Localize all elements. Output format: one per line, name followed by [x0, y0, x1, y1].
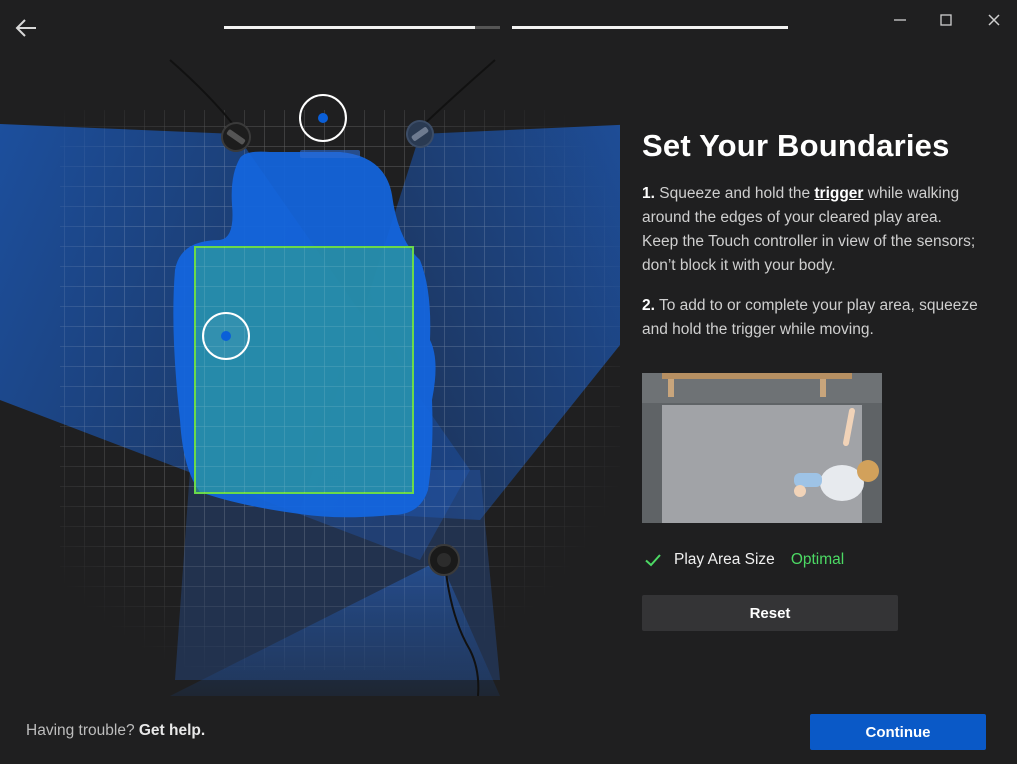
boundary-visualization — [0, 59, 620, 696]
progress-fill — [224, 26, 476, 29]
step-number: 1. — [642, 185, 655, 202]
progress-bar-step-2 — [512, 26, 788, 29]
play-area-illustration — [642, 373, 882, 523]
title-bar — [0, 0, 1017, 56]
step-number: 2. — [642, 297, 655, 314]
continue-button[interactable]: Continue — [810, 714, 986, 750]
minimize-button[interactable] — [890, 10, 910, 30]
status-value: Optimal — [790, 551, 845, 568]
back-button[interactable] — [12, 14, 40, 42]
maximize-button[interactable] — [936, 10, 956, 30]
get-help-link[interactable]: Get help. — [139, 722, 205, 739]
help-prefix: Having trouble? — [26, 722, 139, 739]
page-title: Set Your Boundaries — [642, 128, 950, 163]
status-label: Play Area Size — [674, 551, 775, 568]
play-area-status: Play Area Size Optimal — [642, 548, 844, 572]
instruction-step-1: 1. Squeeze and hold the trigger while wa… — [642, 182, 982, 278]
sensor-icon — [428, 544, 460, 576]
instructions-panel: Set Your Boundaries 1. Squeeze and hold … — [642, 128, 982, 342]
help-text: Having trouble? Get help. — [26, 722, 205, 740]
maximize-icon — [940, 14, 952, 26]
reset-button[interactable]: Reset — [642, 595, 898, 631]
instruction-step-2: 2. To add to or complete your play area,… — [642, 294, 982, 342]
progress-bar-step-1 — [224, 26, 500, 29]
step-text: Squeeze and hold the — [654, 185, 815, 202]
close-button[interactable] — [984, 10, 1004, 30]
back-arrow-icon — [15, 19, 36, 37]
minimize-icon — [894, 19, 906, 21]
close-icon — [988, 14, 1000, 26]
check-icon — [645, 554, 661, 567]
progress-fill — [512, 26, 788, 29]
headset-marker — [300, 150, 360, 158]
trigger-link[interactable]: trigger — [814, 185, 863, 202]
step-text: To add to or complete your play area, sq… — [642, 297, 978, 338]
controller-marker-touch — [202, 312, 250, 360]
